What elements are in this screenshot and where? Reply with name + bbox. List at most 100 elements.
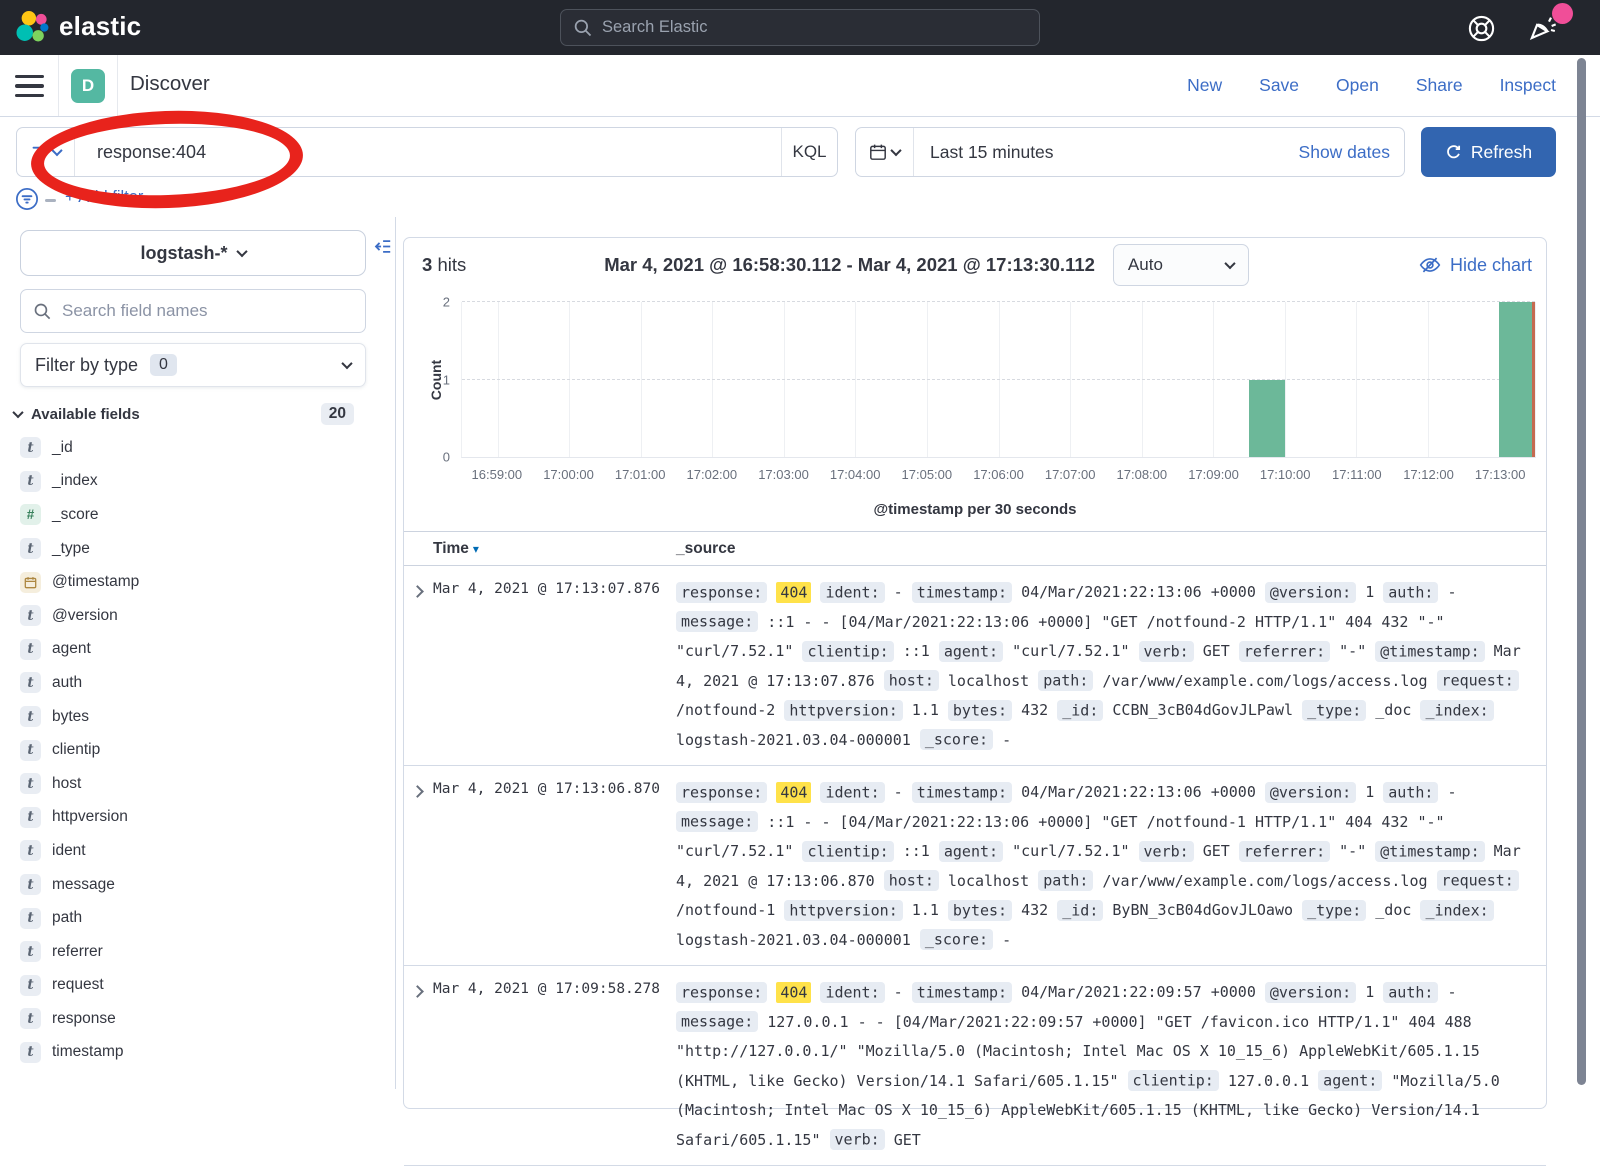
field-item-@version[interactable]: t@version [20,599,380,633]
x-tick-label: 17:11:00 [1332,467,1382,482]
field-value: logstash-2021.03.04-000001 [676,931,911,949]
field-item-_index[interactable]: t_index [20,465,380,499]
y-tick-label: 2 [443,295,450,310]
field-item-request[interactable]: trequest [20,969,380,1003]
field-value: GET [1203,642,1230,660]
field-value: - [894,583,903,601]
query-language-button[interactable]: KQL [781,128,837,176]
field-item-timestamp[interactable]: ttimestamp [20,1036,380,1070]
interval-select[interactable]: Auto [1113,244,1249,286]
field-name-badge: _index: [1420,900,1493,921]
menu-button[interactable] [15,75,44,97]
time-range-value[interactable]: Last 15 minutes [914,142,1299,163]
collapse-sidebar-button[interactable] [373,237,392,261]
open-button[interactable]: Open [1336,75,1379,96]
save-button[interactable]: Save [1259,75,1299,96]
field-type-icon: t [20,840,41,861]
field-item-response[interactable]: tresponse [20,1002,380,1036]
search-field-names-input[interactable]: Search field names [20,289,366,333]
field-name-badge: _type: [1302,900,1366,921]
doc-source: response: 404 ident: - timestamp: 04/Mar… [676,778,1540,955]
field-type-icon: # [20,504,41,525]
field-name-badge: path: [1038,670,1093,691]
refresh-button[interactable]: Refresh [1421,127,1556,177]
field-item-auth[interactable]: tauth [20,666,380,700]
field-name-badge: message: [676,1011,758,1032]
field-name-badge: @timestamp: [1375,641,1484,662]
saved-query-menu-button[interactable] [17,128,75,176]
index-pattern-select[interactable]: logstash-* [20,230,366,276]
inspect-button[interactable]: Inspect [1500,75,1556,96]
field-name-badge: bytes: [948,900,1012,921]
field-value: "-" [1339,642,1366,660]
field-name-badge: auth: [1383,582,1438,603]
field-value: 432 [1021,901,1048,919]
vertical-scrollbar[interactable] [1577,58,1586,1085]
field-name: ident [52,842,86,860]
histogram[interactable]: Count 012 [461,302,1536,458]
add-filter-button[interactable]: + Add filter [65,188,143,207]
field-item-message[interactable]: tmessage [20,868,380,902]
field-item-_score[interactable]: #_score [20,498,380,532]
gridline [1356,302,1357,457]
expand-row-button[interactable] [411,585,424,598]
expand-row-button[interactable] [411,985,424,998]
field-item-host[interactable]: thost [20,767,380,801]
global-search-input[interactable]: Search Elastic [560,9,1040,46]
x-tick-label: 17:07:00 [1045,467,1096,482]
field-item-path[interactable]: tpath [20,901,380,935]
histogram-bar[interactable] [1249,380,1285,458]
elastic-logo[interactable]: elastic [16,10,141,43]
brand-wordmark: elastic [59,11,141,42]
field-name-badge: auth: [1383,982,1438,1003]
field-name-badge: clientip: [802,841,893,862]
field-item-httpversion[interactable]: thttpversion [20,801,380,835]
field-name-badge: agent: [939,841,1003,862]
field-item-bytes[interactable]: tbytes [20,700,380,734]
page-title: Discover [130,72,210,96]
field-value: 1 [1365,983,1374,1001]
field-value: 432 [1021,701,1048,719]
time-column-header[interactable]: Time▾ [433,540,676,558]
filter-by-type-select[interactable]: Filter by type 0 [20,343,366,387]
hide-chart-button[interactable]: Hide chart [1419,254,1532,276]
field-item-@timestamp[interactable]: @timestamp [20,565,380,599]
app-tab[interactable]: D [58,55,118,116]
doc-table-header: Time▾ _source [404,531,1546,566]
field-item-ident[interactable]: tident [20,834,380,868]
show-dates-button[interactable]: Show dates [1299,142,1404,163]
discover-main-panel: 3 hits Mar 4, 2021 @ 16:58:30.112 - Mar … [403,237,1547,1109]
field-value: "-" [1339,842,1366,860]
new-button[interactable]: New [1187,75,1222,96]
menu-left-icon [373,237,392,256]
field-item-referrer[interactable]: treferrer [20,935,380,969]
field-item-agent[interactable]: tagent [20,633,380,667]
date-quick-menu-button[interactable] [856,128,914,176]
field-name-badge: verb: [1139,841,1194,862]
histogram-bar[interactable] [1499,302,1535,457]
index-pattern-label: logstash-* [140,243,227,264]
share-button[interactable]: Share [1416,75,1463,96]
field-name: _id [52,439,73,457]
field-item-_id[interactable]: t_id [20,431,380,465]
field-item-_type[interactable]: t_type [20,532,380,566]
field-value: 04/Mar/2021:22:09:57 +0000 [1021,983,1256,1001]
field-value: ByBN_3cB04dGovJLOawo [1112,901,1293,919]
field-name-badge: response: [676,782,767,803]
field-value: - [1447,783,1456,801]
field-name-badge: bytes: [948,700,1012,721]
query-input[interactable]: response:404 [75,142,781,163]
expand-row-button[interactable] [411,785,424,798]
field-name-badge: _index: [1420,700,1493,721]
field-value: 04/Mar/2021:22:13:06 +0000 [1021,783,1256,801]
field-type-icon: t [20,639,41,660]
field-value: 04/Mar/2021:22:13:06 +0000 [1021,583,1256,601]
help-button[interactable] [1466,13,1496,43]
available-fields-header[interactable]: Available fields 20 [14,401,366,427]
field-name-badge: request: [1437,870,1519,891]
x-tick-label: 17:04:00 [830,467,881,482]
filter-menu-button[interactable] [15,187,39,216]
field-value: localhost [948,872,1029,890]
field-item-clientip[interactable]: tclientip [20,733,380,767]
doc-table-row: Mar 4, 2021 @ 17:13:07.876response: 404 … [404,566,1546,766]
